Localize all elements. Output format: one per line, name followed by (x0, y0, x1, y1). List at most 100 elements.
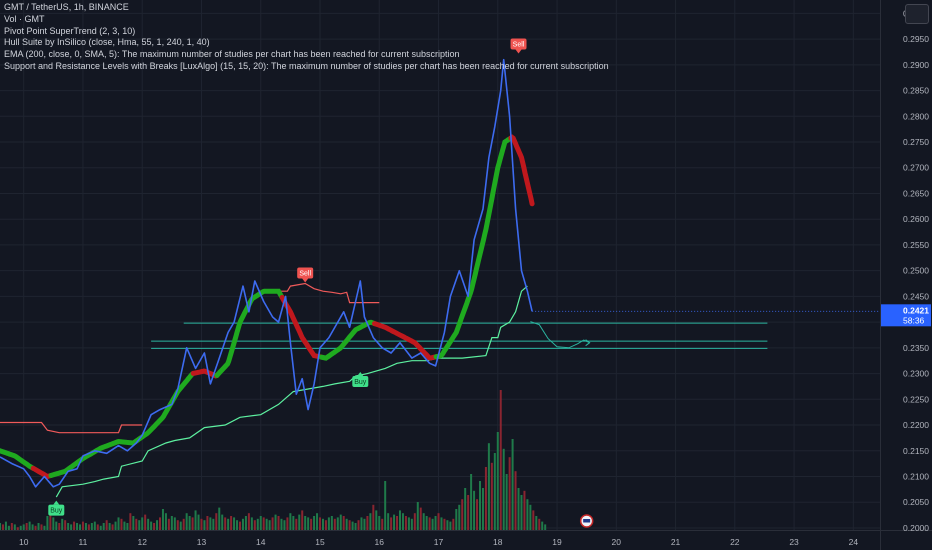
volume-bar (295, 518, 298, 530)
volume-bar (120, 518, 123, 530)
volume-bar (239, 521, 241, 530)
volume-bar (434, 516, 437, 530)
volume-bar (49, 513, 52, 530)
volume-bar (321, 518, 324, 530)
volume-bar (375, 510, 378, 530)
volume-bar (105, 520, 108, 530)
volume-bar (67, 523, 70, 530)
chart-canvas[interactable]: SellSellBuyBuy 0.30000.29500.29000.28500… (0, 0, 932, 550)
volume-bar (64, 520, 67, 530)
volume-bar (443, 518, 446, 530)
volume-bar (150, 521, 153, 530)
volume-bar (330, 516, 333, 530)
volume-bar (141, 517, 144, 530)
price-axis-label: 0.2550 (903, 240, 929, 250)
volume-bar (407, 517, 410, 530)
volume-bar (102, 523, 105, 530)
volume-bar (135, 518, 138, 530)
volume-bar (399, 510, 401, 530)
volume-bar (144, 514, 147, 530)
volume-bar (416, 502, 419, 530)
volume-bar (351, 521, 354, 530)
volume-bar (212, 518, 215, 530)
volume-bar (286, 517, 289, 530)
price-axis-label: 0.2700 (903, 163, 929, 173)
volume-bar (161, 509, 164, 530)
volume-bar (393, 514, 396, 530)
price-axis-label: 0.2450 (903, 291, 929, 301)
volume-bar (46, 516, 49, 530)
price-axis[interactable]: 0.30000.29500.29000.28500.28000.27500.27… (881, 8, 931, 533)
volume-bar (449, 521, 452, 530)
volume-bar (514, 471, 517, 530)
legend-volume[interactable]: Vol · GMT (4, 14, 609, 26)
time-axis-label: 21 (671, 537, 681, 547)
volume-bar (1, 524, 4, 530)
volume-bar (372, 504, 375, 530)
volume-bar (538, 518, 541, 530)
volume-bar (182, 518, 185, 530)
time-axis-label: 24 (849, 537, 859, 547)
volume-bar (283, 520, 286, 530)
legend-ema[interactable]: EMA (200, close, 0, SMA, 5): The maximum… (4, 49, 609, 61)
legend-hull-suite[interactable]: Hull Suite by InSilico (close, Hma, 55, … (4, 37, 609, 49)
volume-bar (170, 516, 173, 530)
volume-bar (99, 525, 102, 530)
volume-bar (194, 510, 197, 530)
volume-bar (319, 517, 321, 530)
volume-bar (452, 518, 455, 530)
volume-bar (487, 443, 490, 530)
volume-bar (123, 521, 126, 530)
volume-bar (544, 524, 547, 530)
volume-bar (342, 516, 345, 530)
volume-bar (437, 513, 440, 530)
volume-bar (87, 524, 90, 530)
volume-bar (256, 518, 259, 530)
volume-bar (37, 523, 40, 530)
volume-bar (425, 516, 428, 530)
volume-bar (96, 524, 99, 530)
volume-bar (384, 481, 387, 530)
volume-bar (250, 517, 253, 530)
volume-bar (84, 523, 87, 530)
legend-symbol[interactable]: GMT / TetherUS, 1h, BINANCE (4, 2, 609, 14)
volume-bar (159, 517, 161, 530)
window-button[interactable] (905, 4, 929, 24)
marker-label: Sell (299, 271, 311, 278)
time-axis-label: 18 (493, 537, 503, 547)
event-icon-flag (583, 519, 591, 523)
volume-bar (117, 517, 120, 530)
volume-bar (520, 495, 523, 530)
volume-bar (262, 517, 265, 530)
volume-bar (164, 513, 167, 530)
price-axis-label: 0.2000 (903, 523, 929, 533)
volume-bar (404, 516, 407, 530)
legend-sr-levels[interactable]: Support and Resistance Levels with Break… (4, 61, 609, 73)
volume-bar (218, 507, 221, 530)
volume-bar (419, 507, 422, 530)
volume-bar (10, 523, 13, 530)
price-badge-countdown: 58:36 (903, 315, 925, 325)
legend-supertrend[interactable]: Pivot Point SuperTrend (2, 3, 10) (4, 26, 609, 38)
volume-bar (301, 510, 304, 530)
volume-bar (173, 517, 176, 530)
volume-bar (289, 513, 292, 530)
volume-bar (280, 518, 283, 530)
volume-bar (31, 524, 34, 530)
supertrend-bear-line (278, 282, 380, 304)
hull-up-band (214, 288, 285, 378)
volume-bar (464, 488, 467, 530)
volume-bar (413, 513, 416, 530)
volume-bar (16, 527, 19, 530)
volume-bar (206, 516, 209, 530)
hull-down-band (30, 465, 54, 480)
volume-bar (378, 516, 381, 530)
price-axis-label: 0.2250 (903, 394, 929, 404)
time-axis[interactable]: 10 11 12 13 14 15 16 17 18 19 20 21 22 23 24 (19, 537, 858, 547)
volume-bar (22, 524, 25, 530)
volume-bar (241, 518, 244, 530)
volume-bar (114, 521, 117, 530)
projection-line (530, 321, 590, 349)
volume-bar (369, 513, 372, 530)
price-and-indicator-series (0, 58, 880, 498)
